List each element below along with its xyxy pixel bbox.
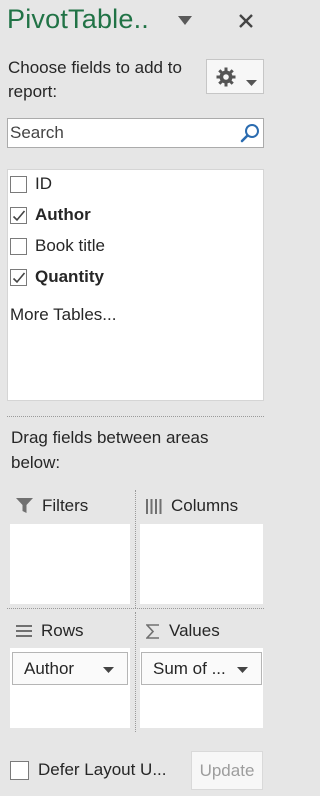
checkmark-icon (12, 271, 26, 283)
choose-fields-label: Choose fields to add to report: (8, 58, 182, 101)
field-label: Author (35, 205, 91, 224)
columns-header: Columns (146, 493, 238, 519)
field-list: ID Author Book title Quantity More Table… (7, 169, 264, 401)
field-label: Book title (35, 236, 105, 255)
search-icon[interactable] (240, 123, 260, 143)
values-field-sum[interactable]: Sum of ... (141, 652, 262, 685)
filters-header: Filters (16, 493, 88, 519)
filter-icon (16, 498, 33, 513)
columns-label: Columns (171, 496, 239, 515)
area-separator (7, 608, 264, 609)
checkbox[interactable] (10, 206, 27, 224)
field-item-quantity[interactable]: Quantity (10, 265, 104, 289)
checkbox[interactable] (10, 175, 27, 193)
defer-layout-checkbox[interactable] (10, 761, 29, 780)
field-item-book-title[interactable]: Book title (10, 234, 105, 258)
update-button[interactable]: Update (191, 751, 263, 790)
field-label: ID (35, 174, 52, 193)
rows-label: Rows (41, 621, 84, 640)
filters-drop-area[interactable] (10, 524, 130, 604)
chevron-down-icon (237, 667, 248, 673)
close-icon[interactable] (237, 12, 255, 30)
checkbox[interactable] (10, 237, 27, 255)
drag-fields-label: Drag fields between areas below: (11, 428, 209, 472)
chevron-down-icon (246, 74, 257, 92)
values-field-label: Sum of ... (153, 658, 226, 678)
field-settings-button[interactable] (206, 59, 264, 94)
area-separator (135, 490, 136, 608)
section-divider (7, 416, 264, 417)
values-header: Values (146, 618, 220, 644)
checkbox[interactable] (10, 268, 27, 286)
more-tables-link[interactable]: More Tables... (10, 305, 116, 325)
defer-layout-label: Defer Layout U... (38, 760, 167, 779)
checkmark-icon (12, 209, 26, 221)
columns-icon (146, 498, 162, 514)
rows-field-author[interactable]: Author (12, 652, 128, 685)
rows-field-label: Author (24, 658, 75, 678)
triangle-down-icon[interactable] (177, 14, 193, 28)
field-item-author[interactable]: Author (10, 203, 91, 227)
field-item-id[interactable]: ID (10, 172, 52, 196)
sigma-icon (146, 623, 159, 639)
search-input[interactable] (8, 119, 233, 147)
rows-header: Rows (16, 618, 84, 644)
search-box (7, 118, 264, 148)
columns-drop-area[interactable] (140, 524, 263, 604)
pane-title: PivotTable.. (7, 4, 149, 34)
gear-icon (216, 67, 236, 92)
field-label: Quantity (35, 267, 104, 286)
area-separator (135, 612, 136, 732)
filters-label: Filters (42, 496, 89, 515)
chevron-down-icon (103, 667, 114, 673)
values-label: Values (169, 621, 220, 640)
rows-icon (16, 625, 32, 637)
